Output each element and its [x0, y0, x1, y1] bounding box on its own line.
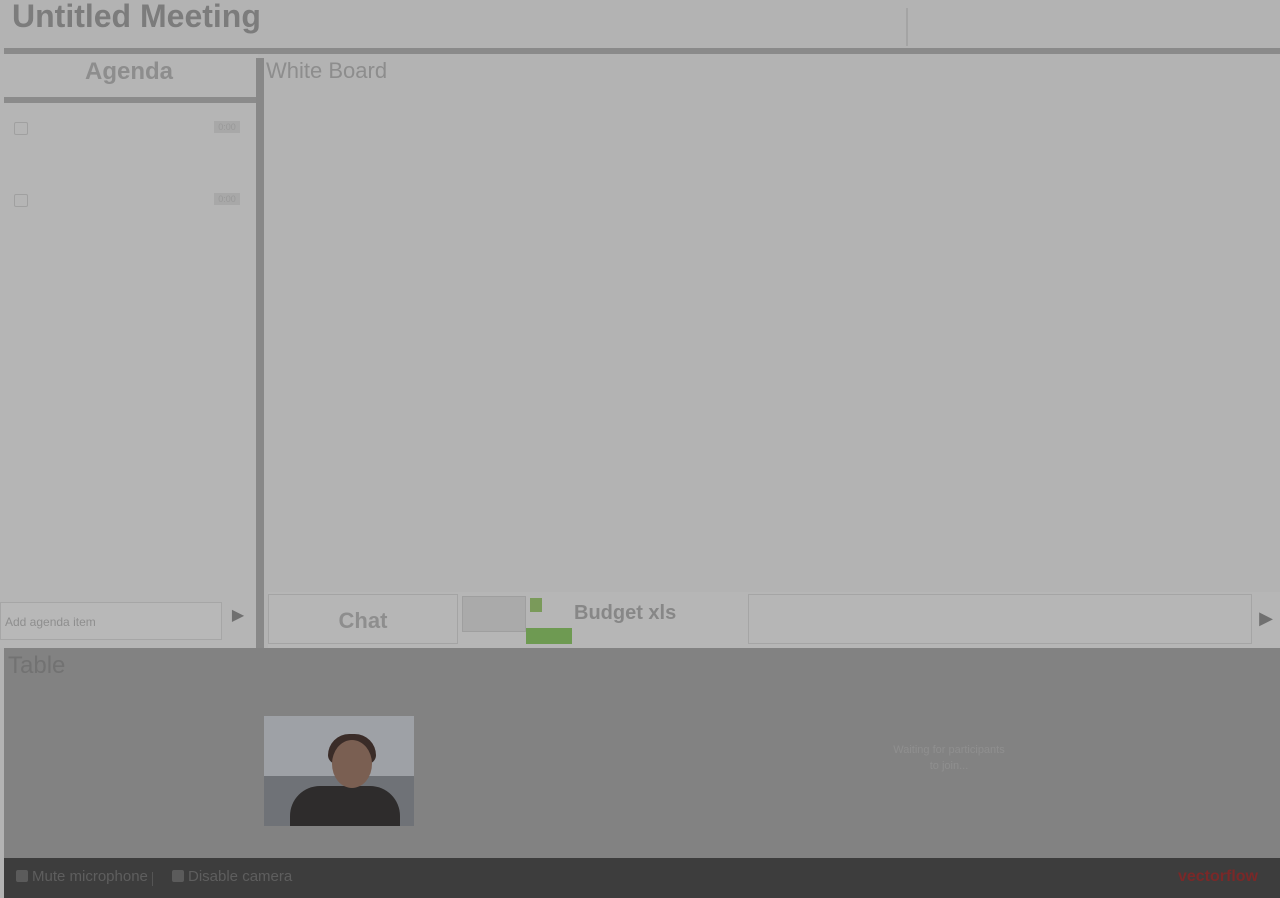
whiteboard-panel[interactable]: White Board: [264, 56, 1280, 592]
camera-icon: [172, 870, 184, 882]
agenda-item-duration: 0:00: [214, 121, 240, 133]
table-title: Table: [8, 652, 66, 679]
table-status-line: to join...: [929, 760, 969, 772]
add-agenda-item-button[interactable]: ▶: [228, 606, 248, 626]
mute-microphone-button[interactable]: Mute microphone: [16, 868, 148, 885]
footer-divider: [152, 872, 153, 886]
brand-logo: vectorflow: [1177, 868, 1258, 885]
panel-splitter[interactable]: [256, 58, 264, 648]
participant-video[interactable]: [264, 716, 414, 826]
tab-budget-file[interactable]: Budget xls: [574, 602, 676, 625]
participant-face: [332, 740, 372, 788]
workspace-tabs: Chat Budget xls ▶: [268, 592, 1280, 648]
meeting-table: Table Waiting for participants to join..…: [4, 648, 1280, 860]
meeting-header: Untitled Meeting: [0, 0, 1280, 48]
agenda-item[interactable]: 0:00: [8, 118, 244, 138]
whiteboard-title: White Board: [266, 58, 388, 83]
table-status-line: Waiting for participants: [893, 744, 1005, 756]
new-agenda-item-input[interactable]: Add agenda item: [0, 602, 222, 640]
agenda-title: Agenda: [84, 58, 173, 85]
microphone-icon: [16, 870, 28, 882]
agenda-underline: [4, 97, 258, 103]
tab-chat[interactable]: Chat: [268, 594, 458, 644]
agenda-item[interactable]: 0:00: [8, 190, 244, 210]
tabs-next-button[interactable]: ▶: [1256, 604, 1276, 632]
tab-blank[interactable]: [462, 596, 526, 632]
footer-toolbar: Mute microphone Disable camera vectorflo…: [4, 858, 1280, 898]
file-status-bar: [526, 628, 572, 644]
disable-camera-label: Disable camera: [188, 868, 293, 885]
mute-microphone-label: Mute microphone: [32, 868, 148, 885]
file-status-indicator: [530, 598, 542, 612]
tab-empty[interactable]: [748, 594, 1252, 644]
agenda-item-checkbox[interactable]: [14, 122, 28, 135]
disable-camera-button[interactable]: Disable camera: [172, 868, 292, 885]
agenda-item-duration: 0:00: [214, 193, 240, 205]
table-status: Waiting for participants to join...: [874, 742, 1024, 774]
agenda-item-checkbox[interactable]: [14, 194, 28, 207]
agenda-panel: Agenda 0:00 0:00 Add agenda item ▶: [0, 54, 258, 648]
plus-icon: ▶: [231, 607, 245, 624]
header-divider: [906, 8, 908, 46]
triangle-right-icon: ▶: [1259, 608, 1273, 628]
participant-body: [290, 786, 400, 826]
meeting-title[interactable]: Untitled Meeting: [12, 0, 261, 35]
